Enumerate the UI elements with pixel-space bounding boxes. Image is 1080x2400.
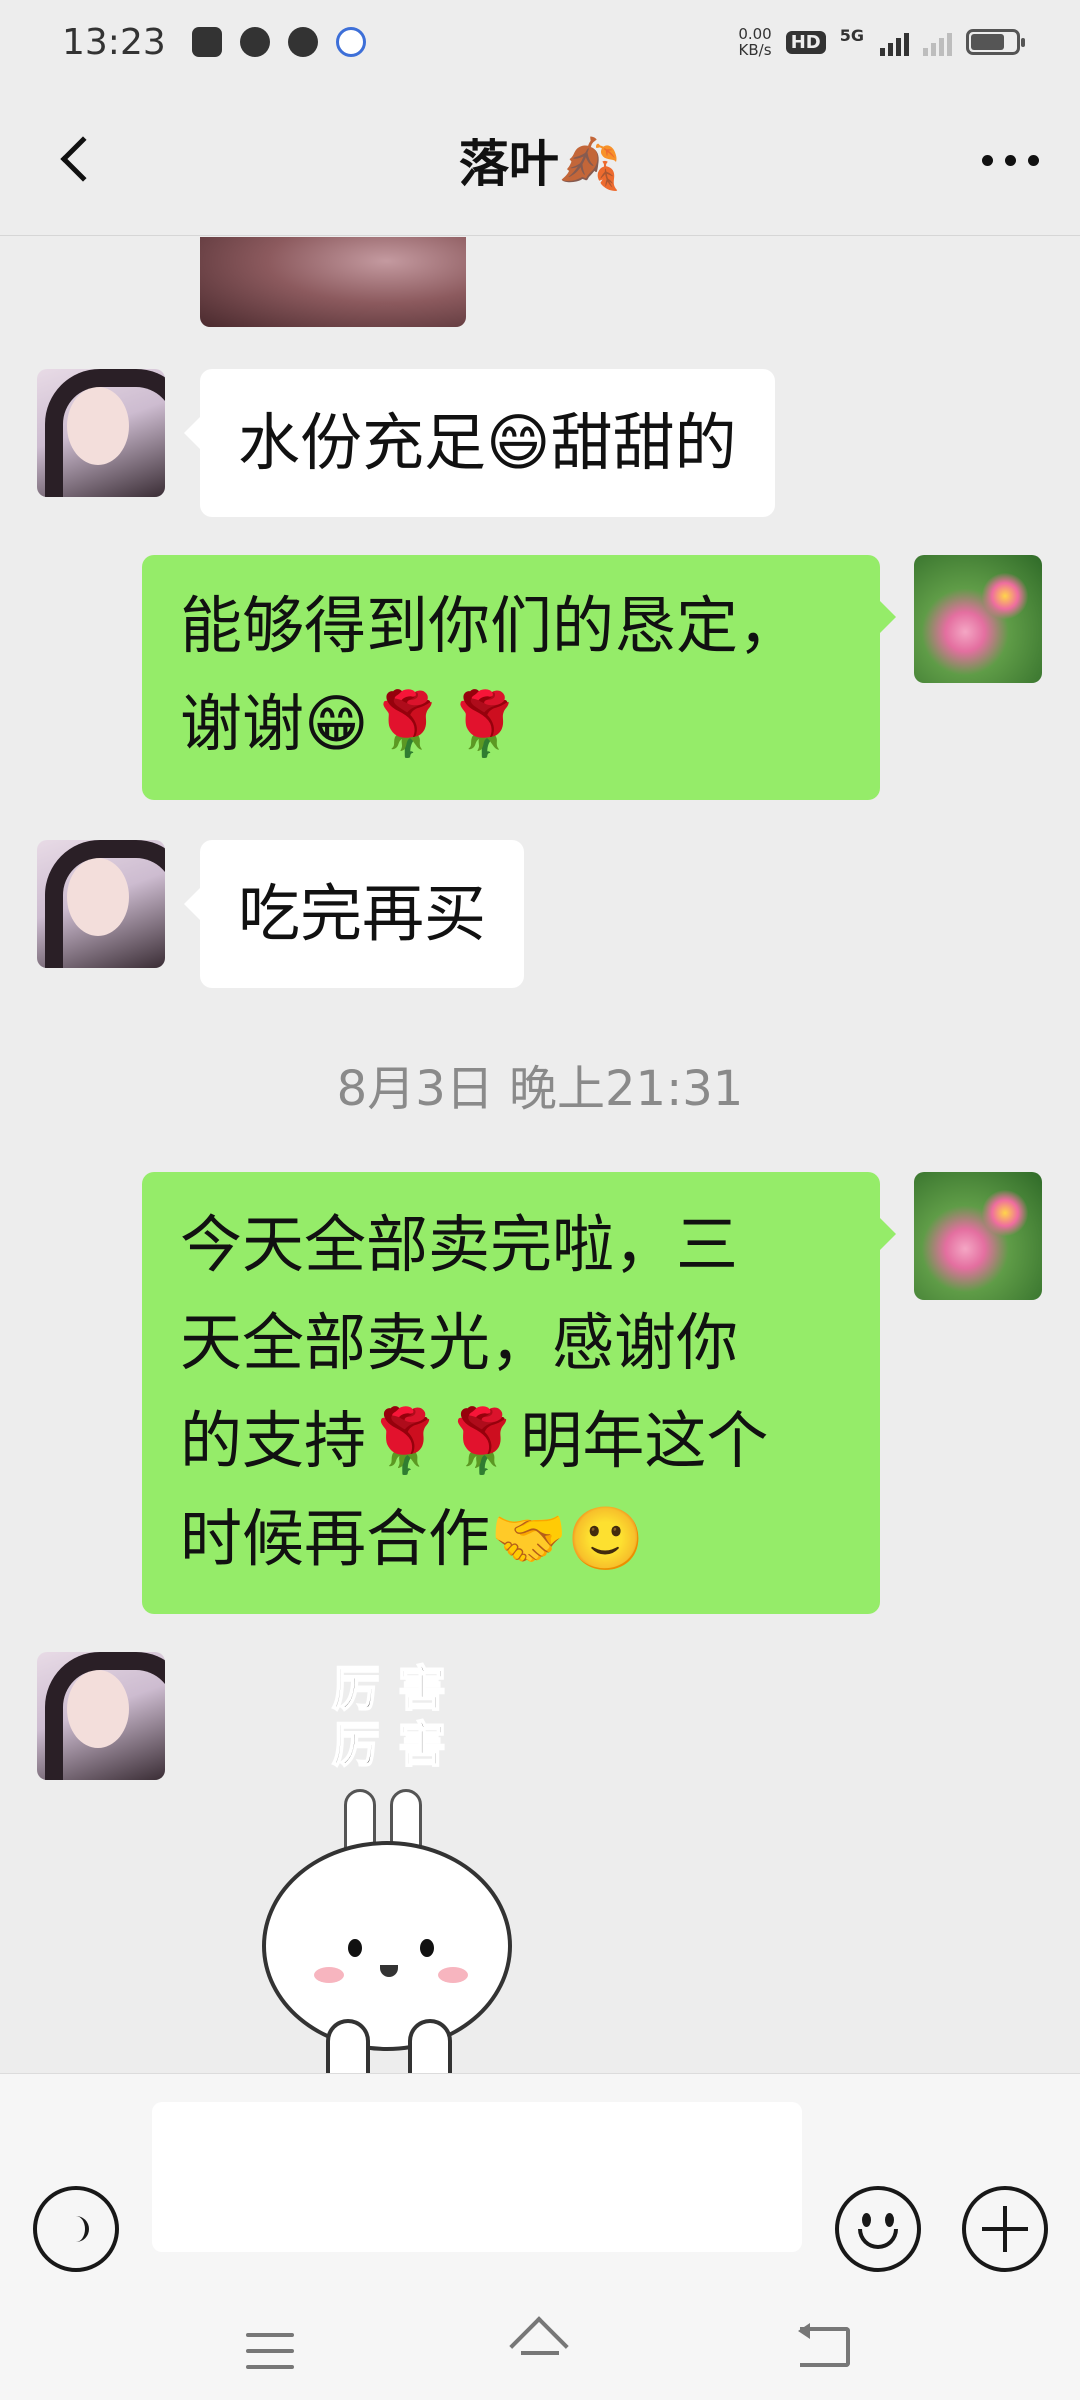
more-options-button[interactable] [970, 130, 1050, 190]
friend-avatar[interactable] [37, 1652, 165, 1780]
home-icon [509, 2316, 569, 2376]
voice-icon [63, 2216, 89, 2242]
battery-fill [971, 34, 1004, 50]
message-text-line: 谢谢😁🌹🌹 [180, 687, 524, 760]
more-actions-button[interactable] [962, 2186, 1048, 2272]
bunny-paw [326, 2019, 370, 2073]
battery-icon [966, 29, 1025, 55]
input-bar [0, 2073, 1080, 2295]
bunny-blush [314, 1967, 344, 1983]
bunny-eye [348, 1939, 362, 1957]
timestamp: 8月3日 晚上21:31 [336, 1061, 744, 1117]
my-avatar[interactable] [914, 1172, 1042, 1300]
bunny-blush [438, 1967, 468, 1983]
ellipsis-icon [981, 154, 993, 166]
sticker-text: 厉害 [331, 1716, 465, 1774]
message-text-line: 的支持🌹🌹明年这个 [180, 1404, 769, 1477]
bunny-head [262, 1841, 512, 2051]
notification-icons [191, 27, 366, 57]
hd-badge: HD [785, 30, 826, 54]
emoji-icon [848, 2199, 908, 2259]
status-right: 0.00 KB/s HD 5G [738, 26, 1025, 58]
image-message-partial[interactable] [200, 237, 466, 327]
network-type: 5G [839, 26, 864, 45]
network-speed-value: 0.00 [738, 25, 772, 43]
message-text: 水份充足😄甜甜的 [238, 406, 737, 479]
notification-app-icon [191, 27, 222, 57]
message-text-line: 天全部卖光，感谢你 [180, 1306, 739, 1379]
menu-icon [246, 2333, 294, 2337]
system-navigation-bar [0, 2295, 1080, 2400]
message-text: 吃完再买 [238, 877, 487, 950]
message-text-line: 今天全部卖完啦，三 [180, 1208, 739, 1281]
friend-avatar[interactable] [37, 369, 165, 497]
network-speed: 0.00 KB/s [738, 26, 771, 58]
emoji-button[interactable] [835, 2186, 921, 2272]
bunny-eye [420, 1939, 434, 1957]
bunny-paw [408, 2019, 452, 2073]
status-bar: 13:23 0.00 KB/s HD 5G [0, 0, 1080, 84]
app-notification-icon [335, 27, 366, 57]
chat-title: 落叶🍂 [458, 134, 622, 193]
my-avatar[interactable] [914, 555, 1042, 683]
incoming-message-bubble[interactable]: 吃完再买 [183, 840, 525, 988]
chat-header: 落叶🍂 [0, 84, 1080, 236]
signal-secondary-icon [923, 28, 952, 56]
back-button[interactable] [40, 124, 110, 194]
voice-input-button[interactable] [33, 2186, 119, 2272]
network-speed-unit: KB/s [738, 41, 772, 59]
system-back-button[interactable] [800, 2327, 850, 2367]
chevron-left-icon [60, 136, 106, 182]
recent-apps-button[interactable] [246, 2333, 294, 2369]
friend-avatar[interactable] [37, 840, 165, 968]
speedometer-icon [287, 27, 318, 57]
incoming-message-bubble[interactable]: 水份充足😄甜甜的 [184, 369, 775, 517]
sticker-message[interactable]: 厉害 厉害 [262, 1649, 522, 2073]
message-text-line: 能够得到你们的恳定， [180, 589, 801, 662]
home-button[interactable] [509, 2316, 569, 2376]
message-input[interactable] [152, 2102, 802, 2252]
message-text-line: 时候再合作🤝🙂 [180, 1502, 645, 1575]
signal-icon [880, 28, 909, 56]
message-list[interactable]: 水份充足😄甜甜的 能够得到你们的恳定， 谢谢😁🌹🌹 吃完再买 8月3日 晚上21… [0, 237, 1080, 2073]
outgoing-message-bubble[interactable]: 能够得到你们的恳定， 谢谢😁🌹🌹 [142, 555, 896, 800]
chat-bubble-icon [239, 27, 270, 57]
outgoing-message-bubble[interactable]: 今天全部卖完啦，三 天全部卖光，感谢你 的支持🌹🌹明年这个 时候再合作🤝🙂 [142, 1172, 896, 1614]
status-time: 13:23 [62, 21, 166, 63]
